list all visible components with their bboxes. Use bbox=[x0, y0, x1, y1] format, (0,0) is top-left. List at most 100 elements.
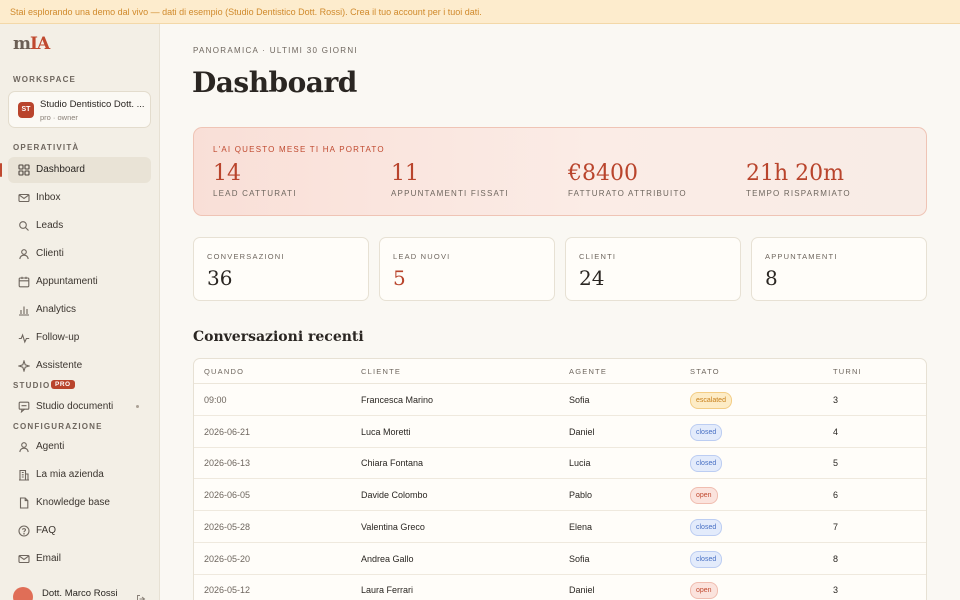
sidebar-item-inbox[interactable]: Inbox bbox=[8, 185, 151, 211]
sidebar-item-label: Studio documenti bbox=[36, 401, 114, 412]
cell-agente: Sofia bbox=[569, 395, 590, 405]
sidebar-item-label: Appuntamenti bbox=[36, 276, 98, 287]
cell-agente: Sofia bbox=[569, 553, 590, 564]
cell-cliente: Andrea Gallo bbox=[361, 553, 414, 564]
column-header-cliente[interactable]: Cliente bbox=[361, 367, 401, 376]
cell-cliente: Luca Moretti bbox=[361, 426, 411, 437]
sidebar-item-dashboard[interactable]: Dashboard bbox=[0, 157, 151, 183]
sidebar-item-faq[interactable]: FAQ bbox=[8, 518, 151, 544]
sidebar-item-assistente[interactable]: Assistente bbox=[8, 353, 151, 379]
document-chat-icon bbox=[18, 401, 30, 413]
sidebar-item-label: Agenti bbox=[36, 441, 65, 452]
sidebar-item-analytics[interactable]: Analytics bbox=[8, 297, 151, 323]
mail-icon bbox=[18, 553, 30, 565]
table-row[interactable]: 2026-05-12 Laura Ferrari Daniel 3 open bbox=[194, 574, 926, 600]
ai-impact-label: L'AI questo mese ti ha portato bbox=[213, 145, 385, 154]
configurazione-section-label: Configurazione bbox=[13, 422, 103, 431]
help-circle-icon bbox=[18, 525, 30, 537]
mail-icon bbox=[18, 192, 30, 204]
sidebar-item-clienti[interactable]: Clienti bbox=[8, 241, 151, 267]
column-header-turni[interactable]: Turni bbox=[833, 367, 862, 376]
workspace-avatar: ST bbox=[18, 102, 34, 118]
kpi-card-clienti: Clienti 24 bbox=[565, 237, 741, 301]
cell-quando: 2026-06-05 bbox=[204, 490, 251, 501]
hero-stat-caption: Lead catturati bbox=[213, 189, 297, 198]
sidebar-item-agenti[interactable]: Agenti bbox=[8, 434, 151, 460]
sidebar-item-follow-up[interactable]: Follow-up bbox=[8, 325, 151, 351]
cell-cliente: Laura Ferrari bbox=[361, 585, 414, 596]
table-row[interactable]: 09:00 Francesca Marino Sofia 3 escalated bbox=[194, 384, 926, 416]
sidebar-item-label: Inbox bbox=[36, 192, 61, 203]
cell-cliente: Chiara Fontana bbox=[361, 458, 424, 469]
operativita-section-label: Operatività bbox=[13, 143, 80, 152]
pro-badge: PRO bbox=[51, 380, 75, 389]
sparkle-icon bbox=[18, 360, 30, 372]
bar-chart-icon bbox=[18, 304, 30, 316]
sidebar-item-label: Analytics bbox=[36, 304, 77, 315]
table-row[interactable]: 2026-05-20 Andrea Gallo Sofia 8 closed bbox=[194, 543, 926, 575]
table-row[interactable]: 2026-05-28 Valentina Greco Elena 7 closed bbox=[194, 511, 926, 543]
cell-cliente: Valentina Greco bbox=[361, 521, 425, 532]
sidebar: mIA Workspace ST Studio Dentistico Dott.… bbox=[0, 24, 160, 600]
cell-agente: Daniel bbox=[569, 585, 595, 596]
app-logo[interactable]: mIA bbox=[13, 34, 50, 54]
kpi-label: Lead nuovi bbox=[393, 252, 451, 261]
user-name: Dott. Marco Rossi bbox=[42, 588, 118, 599]
status-badge: open bbox=[690, 582, 718, 600]
cell-quando: 2026-06-21 bbox=[204, 426, 251, 437]
cell-quando: 2026-06-13 bbox=[204, 458, 251, 469]
main-content: PANORAMICA · ULTIMI 30 GIORNI Dashboard … bbox=[160, 24, 960, 600]
sidebar-item-leads[interactable]: Leads bbox=[8, 213, 151, 239]
column-header-agente[interactable]: Agente bbox=[569, 367, 607, 376]
user-avatar[interactable] bbox=[13, 587, 33, 600]
kpi-label: Conversazioni bbox=[207, 252, 285, 261]
cell-turni: 4 bbox=[833, 426, 839, 437]
workspace-name: Studio Dentistico Dott. ... bbox=[40, 99, 145, 110]
sidebar-item-studio-documenti[interactable]: Studio documenti bbox=[8, 394, 151, 420]
table-row[interactable]: 2026-06-05 Davide Colombo Pablo 6 open bbox=[194, 479, 926, 512]
sidebar-item-label: Leads bbox=[36, 220, 64, 231]
page-eyebrow: PANORAMICA · ULTIMI 30 GIORNI bbox=[193, 46, 358, 55]
cell-quando: 09:00 bbox=[204, 395, 227, 405]
workspace-switcher[interactable]: ST Studio Dentistico Dott. ... pro · own… bbox=[8, 91, 151, 128]
kpi-value: 36 bbox=[207, 266, 233, 290]
sidebar-item-knowledge-base[interactable]: Knowledge base bbox=[8, 490, 151, 516]
hero-stat-time-saved: 21h 20m Tempo risparmiato bbox=[746, 161, 851, 198]
logo-m: m bbox=[13, 34, 31, 54]
studio-section-label: Studio bbox=[13, 381, 51, 390]
cell-turni: 7 bbox=[833, 521, 839, 532]
column-header-quando[interactable]: Quando bbox=[204, 367, 244, 376]
sidebar-item-label: Dashboard bbox=[36, 164, 85, 175]
status-badge: open bbox=[690, 487, 718, 505]
recent-conversations-title: Conversazioni recenti bbox=[193, 329, 364, 345]
sidebar-item-appuntamenti[interactable]: Appuntamenti bbox=[8, 269, 151, 295]
logo-ia: IA bbox=[30, 34, 50, 54]
kpi-label: Clienti bbox=[579, 252, 617, 261]
kpi-card-lead-nuovi: Lead nuovi 5 bbox=[379, 237, 555, 301]
sidebar-item-label: La mia azienda bbox=[36, 469, 104, 480]
sidebar-item-label: Knowledge base bbox=[36, 497, 110, 508]
hero-stat-appointments: 11 Appuntamenti fissati bbox=[391, 161, 509, 198]
kpi-card-conversazioni: Conversazioni 36 bbox=[193, 237, 369, 301]
table-row[interactable]: 2026-06-13 Chiara Fontana Lucia 5 closed bbox=[194, 447, 926, 480]
sidebar-item-email[interactable]: Email bbox=[8, 546, 151, 572]
hero-stat-value: 21h 20m bbox=[746, 161, 845, 186]
kpi-value: 5 bbox=[393, 266, 406, 290]
status-badge: closed bbox=[690, 423, 723, 441]
grid-icon bbox=[18, 164, 30, 176]
hero-stat-value: 11 bbox=[391, 161, 419, 186]
kpi-value: 24 bbox=[579, 266, 605, 290]
sidebar-item-la-mia-azienda[interactable]: La mia azienda bbox=[8, 462, 151, 488]
status-badge: closed bbox=[690, 518, 723, 536]
column-header-stato[interactable]: Stato bbox=[690, 367, 720, 376]
table-row[interactable]: 2026-06-21 Luca Moretti Daniel 4 closed bbox=[194, 416, 926, 448]
hero-stat-value: €8400 bbox=[568, 161, 638, 186]
page-title: Dashboard bbox=[192, 66, 357, 99]
cell-cliente: Francesca Marino bbox=[361, 395, 434, 405]
workspace-plan: pro · owner bbox=[40, 113, 78, 122]
logout-icon[interactable] bbox=[136, 594, 146, 600]
cell-turni: 3 bbox=[833, 395, 839, 405]
hero-stat-caption: Fatturato attribuito bbox=[568, 189, 687, 198]
kpi-card-appuntamenti: Appuntamenti 8 bbox=[751, 237, 927, 301]
status-badge: escalated bbox=[690, 392, 732, 409]
